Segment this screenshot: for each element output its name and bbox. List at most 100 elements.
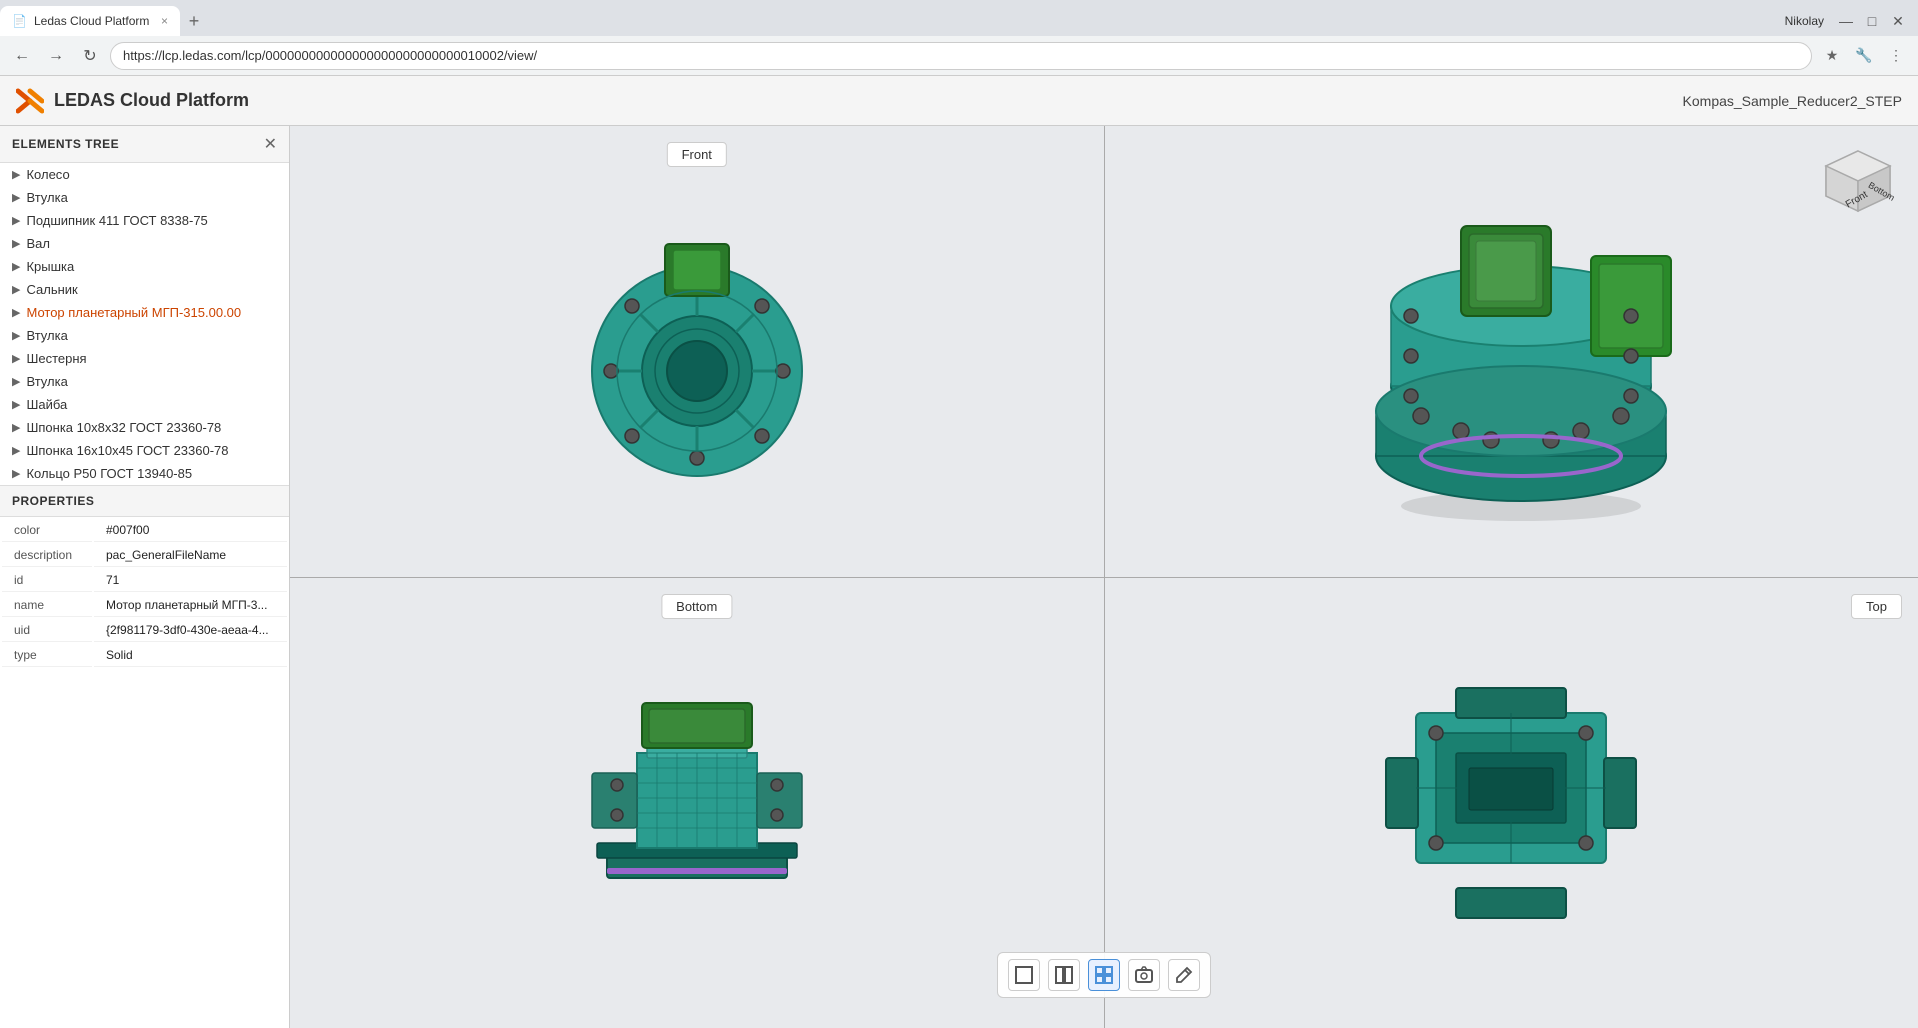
tree-item-0[interactable]: ▶ Колесо (0, 163, 289, 186)
tree-item-label-6: Мотор планетарный МГП-315.00.00 (26, 305, 241, 320)
front-view-label: Front (667, 142, 727, 167)
prop-key-5: type (2, 644, 92, 667)
tree-item-label-4: Крышка (26, 259, 74, 274)
camera-button[interactable] (1128, 959, 1160, 991)
3d-view-model (1321, 176, 1701, 526)
tree-arrow-10: ▶ (12, 398, 20, 411)
tree-item-label-3: Вал (26, 236, 50, 251)
address-bar[interactable] (110, 42, 1812, 70)
elements-tree-close-button[interactable]: ✕ (264, 134, 277, 154)
prop-val-5: Solid (94, 644, 287, 667)
prop-val-4: {2f981179-3df0-430e-aeaa-4... (94, 619, 287, 642)
tree-arrow-11: ▶ (12, 421, 20, 434)
bookmark-button[interactable]: ★ (1818, 42, 1846, 70)
prop-key-0: color (2, 519, 92, 542)
prop-val-2: 71 (94, 569, 287, 592)
prop-key-2: id (2, 569, 92, 592)
bottom-view-label: Bottom (661, 594, 732, 619)
viewport-top[interactable]: Top (1105, 578, 1918, 1028)
property-row-5: typeSolid (2, 644, 287, 667)
tree-arrow-6: ▶ (12, 306, 20, 319)
tree-item-label-5: Сальник (26, 282, 77, 297)
top-view-model (1381, 678, 1641, 928)
tree-item-label-8: Шестерня (26, 351, 86, 366)
refresh-button[interactable]: ↻ (76, 42, 104, 70)
forward-button[interactable]: → (42, 42, 70, 70)
properties-section: PROPERTIES color#007f00descriptionpac_Ge… (0, 486, 289, 669)
tree-item-label-13: Кольцо Р50 ГОСТ 13940-85 (26, 466, 192, 481)
prop-val-0: #007f00 (94, 519, 287, 542)
tree-item-label-0: Колесо (26, 167, 69, 182)
viewport-front[interactable]: Front (290, 126, 1104, 577)
tree-arrow-3: ▶ (12, 237, 20, 250)
tree-item-3[interactable]: ▶ Вал (0, 232, 289, 255)
tree-item-label-11: Шпонка 10х8х32 ГОСТ 23360-78 (26, 420, 221, 435)
prop-val-3: Мотор планетарный МГП-3... (94, 594, 287, 617)
tab-favicon: 📄 (12, 14, 26, 28)
active-tab[interactable]: 📄 Ledas Cloud Platform × (0, 6, 180, 36)
tree-arrow-7: ▶ (12, 329, 20, 342)
tree-arrow-12: ▶ (12, 444, 20, 457)
top-view-label: Top (1851, 594, 1902, 619)
tree-item-13[interactable]: ▶ Кольцо Р50 ГОСТ 13940-85 (0, 462, 289, 485)
tree-item-label-12: Шпонка 16х10х45 ГОСТ 23360-78 (26, 443, 228, 458)
tree-arrow-5: ▶ (12, 283, 20, 296)
tree-item-11[interactable]: ▶ Шпонка 10х8х32 ГОСТ 23360-78 (0, 416, 289, 439)
elements-tree-title: ELEMENTS TREE (12, 137, 119, 151)
property-row-3: nameМотор планетарный МГП-3... (2, 594, 287, 617)
tree-arrow-0: ▶ (12, 168, 20, 181)
tree-arrow-13: ▶ (12, 467, 20, 480)
layout-single-button[interactable] (1008, 959, 1040, 991)
properties-table: color#007f00descriptionpac_GeneralFileNa… (0, 517, 289, 669)
tree-item-label-10: Шайба (26, 397, 67, 412)
tree-arrow-9: ▶ (12, 375, 20, 388)
tree-item-8[interactable]: ▶ Шестерня (0, 347, 289, 370)
app-header: LEDAS Cloud Platform Kompas_Sample_Reduc… (0, 76, 1918, 126)
tree-arrow-1: ▶ (12, 191, 20, 204)
layout-split-button[interactable] (1048, 959, 1080, 991)
front-view-model (577, 216, 817, 486)
viewport-area: Front (290, 126, 1918, 1028)
tree-item-12[interactable]: ▶ Шпонка 16х10х45 ГОСТ 23360-78 (0, 439, 289, 462)
property-row-1: descriptionpac_GeneralFileName (2, 544, 287, 567)
edit-button[interactable] (1168, 959, 1200, 991)
ledas-logo-icon (16, 87, 44, 115)
maximize-button[interactable]: □ (1860, 9, 1884, 33)
properties-header: PROPERTIES (0, 486, 289, 517)
minimize-button[interactable]: — (1834, 9, 1858, 33)
bottom-view-model (587, 673, 807, 933)
layout-quad-button[interactable] (1088, 959, 1120, 991)
tree-item-label-2: Подшипник 411 ГОСТ 8338-75 (26, 213, 207, 228)
tree-arrow-8: ▶ (12, 352, 20, 365)
prop-val-1: pac_GeneralFileName (94, 544, 287, 567)
extensions-button[interactable]: 🔧 (1850, 42, 1878, 70)
back-button[interactable]: ← (8, 42, 36, 70)
tab-title: Ledas Cloud Platform (34, 14, 149, 28)
tree-item-2[interactable]: ▶Подшипник 411 ГОСТ 8338-75 (0, 209, 289, 232)
new-tab-button[interactable]: + (180, 7, 208, 35)
viewport-3d[interactable]: Front Bottom (1105, 126, 1918, 577)
prop-key-3: name (2, 594, 92, 617)
tab-close-button[interactable]: × (161, 14, 168, 28)
tree-item-10[interactable]: ▶ Шайба (0, 393, 289, 416)
tree-item-9[interactable]: ▶ Втулка (0, 370, 289, 393)
menu-button[interactable]: ⋮ (1882, 42, 1910, 70)
tree-item-5[interactable]: ▶ Сальник (0, 278, 289, 301)
tree-item-label-7: Втулка (26, 328, 67, 343)
close-window-button[interactable]: ✕ (1886, 9, 1910, 33)
viewport-bottom[interactable]: Bottom (290, 578, 1104, 1028)
browser-user-label: Nikolay (1785, 14, 1824, 28)
property-row-2: id71 (2, 569, 287, 592)
nav-cube[interactable]: Front Bottom (1818, 146, 1898, 226)
tree-item-4[interactable]: ▶ Крышка (0, 255, 289, 278)
tree-arrow-4: ▶ (12, 260, 20, 273)
tree-item-7[interactable]: ▶ Втулка (0, 324, 289, 347)
property-row-0: color#007f00 (2, 519, 287, 542)
tree-item-label-9: Втулка (26, 374, 67, 389)
elements-tree-header: ELEMENTS TREE ✕ (0, 126, 289, 163)
app-title: LEDAS Cloud Platform (54, 90, 249, 111)
app-filename: Kompas_Sample_Reducer2_STEP (1683, 93, 1902, 109)
tree-item-1[interactable]: ▶Втулка (0, 186, 289, 209)
sidebar: ELEMENTS TREE ✕ ▶Колесо▶Втулка▶Подшипник… (0, 126, 290, 1028)
tree-item-6[interactable]: ▶ Мотор планетарный МГП-315.00.00 (0, 301, 289, 324)
